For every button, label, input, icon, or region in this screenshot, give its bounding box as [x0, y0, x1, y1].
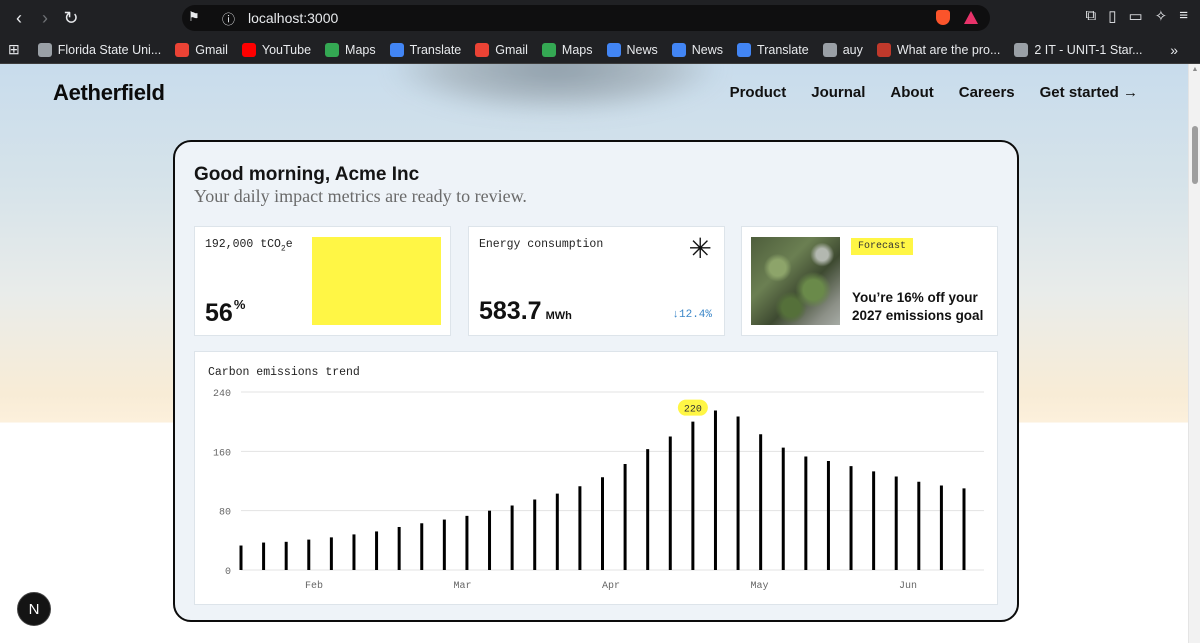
bookmark-label: Translate — [409, 42, 462, 57]
bookmark-item[interactable]: YouTube — [241, 42, 312, 57]
browser-toolbar: ‹ › ↻ ⚑ ⓘ localhost:3000 ⧉ ▯ ▭ ✧ ≡ — [0, 0, 1200, 36]
hero-blob — [390, 64, 720, 114]
chart-y-tick: 240 — [213, 389, 231, 400]
bookmark-favicon-icon — [541, 42, 556, 57]
brave-shield-icon[interactable] — [936, 10, 950, 25]
forecast-badge: Forecast — [851, 238, 914, 255]
nav-get-started[interactable]: Get started → — [1040, 84, 1138, 101]
wallet-icon[interactable]: ▭ — [1128, 7, 1142, 25]
bookmark-favicon-icon — [737, 42, 752, 57]
bookmark-label: Maps — [345, 42, 376, 57]
site-logo[interactable]: Aetherfield — [53, 80, 165, 106]
emissions-percent: 56% — [205, 297, 246, 327]
bookmark-favicon-icon — [822, 42, 837, 57]
bookmark-item[interactable]: Translate — [737, 42, 809, 57]
url-text[interactable]: localhost:3000 — [248, 10, 338, 26]
sidebar-icon[interactable]: ▯ — [1108, 7, 1116, 25]
page-viewport: Aetherfield Product Journal About Career… — [0, 64, 1188, 643]
bookmark-label: Gmail — [195, 42, 228, 57]
bookmark-favicon-icon — [241, 42, 256, 57]
nextjs-dev-badge[interactable]: N — [17, 592, 51, 626]
bookmark-label: Gmail — [495, 42, 528, 57]
rewards-icon[interactable] — [964, 11, 978, 24]
bookmark-favicon-icon — [37, 42, 52, 57]
bookmark-item[interactable]: Translate — [389, 42, 462, 57]
nav-careers[interactable]: Careers — [959, 84, 1015, 101]
bookmark-favicon-icon — [606, 42, 621, 57]
page-scrollbar[interactable]: ▲ — [1188, 64, 1200, 643]
scroll-up-icon[interactable]: ▲ — [1191, 66, 1199, 74]
bookmark-item[interactable]: News — [671, 42, 724, 57]
back-icon[interactable]: ‹ — [6, 5, 32, 31]
bookmark-favicon-icon — [876, 42, 891, 57]
bookmark-item[interactable]: What are the pro... — [876, 42, 1001, 57]
bookmark-item[interactable]: Maps — [541, 42, 593, 57]
bookmark-item[interactable]: News — [606, 42, 658, 57]
bookmark-label: What are the pro... — [896, 42, 1001, 57]
chart-x-tick: May — [750, 581, 768, 592]
bookmark-icon[interactable]: ⚑ — [188, 9, 200, 25]
leo-ai-icon[interactable]: ✧ — [1155, 7, 1168, 25]
forecast-tile: Forecast You’re 16% off your 2027 emissi… — [741, 226, 998, 336]
chart-x-tick: Mar — [453, 581, 471, 592]
emissions-label: 192,000 tCO2e — [205, 238, 293, 254]
reload-icon[interactable]: ↻ — [58, 5, 84, 31]
bookmark-label: YouTube — [261, 42, 312, 57]
address-bar[interactable]: ⚑ ⓘ localhost:3000 — [182, 5, 990, 31]
bookmark-item[interactable]: Gmail — [175, 42, 228, 57]
apps-grid-icon[interactable]: ⊞ — [8, 41, 20, 58]
nav-product[interactable]: Product — [730, 84, 787, 101]
energy-tile: Energy consumption ✳ 583.7 MWh ↓12.4% — [468, 226, 725, 336]
bookmark-label: News — [691, 42, 724, 57]
bookmark-label: 2 IT - UNIT-1 Star... — [1034, 42, 1143, 57]
bookmark-label: auy — [842, 42, 863, 57]
bookmark-favicon-icon — [1014, 42, 1029, 57]
bookmark-label: Maps — [561, 42, 593, 57]
bookmark-favicon-icon — [671, 42, 686, 57]
site-info-icon[interactable]: ⓘ — [222, 9, 235, 28]
energy-label: Energy consumption — [479, 238, 604, 251]
forest-photo — [751, 237, 840, 325]
emissions-chart: Carbon emissions trend 0 80 160 240 Feb Mar Ap… — [194, 351, 998, 605]
bookmark-item[interactable]: Florida State Uni... — [37, 42, 162, 57]
chart-highlight-label: 220 — [684, 405, 702, 416]
extensions-icon[interactable]: ⧉ — [1085, 7, 1096, 25]
chart-y-tick: 160 — [213, 448, 231, 459]
nav-about[interactable]: About — [890, 84, 933, 101]
asterisk-icon: ✳ — [688, 233, 712, 264]
emissions-tile: 192,000 tCO2e 56% — [194, 226, 451, 336]
forward-icon[interactable]: › — [32, 5, 58, 31]
dashboard-card: Good morning, Acme Inc Your daily impact… — [173, 140, 1019, 622]
emissions-color-block — [312, 237, 441, 325]
greeting-subtitle: Your daily impact metrics are ready to r… — [194, 186, 527, 206]
site-nav: Product Journal About Careers Get starte… — [730, 84, 1138, 101]
bookmark-item[interactable]: auy — [822, 42, 863, 57]
chart-y-tick: 0 — [225, 567, 231, 578]
bookmark-item[interactable]: 2 IT - UNIT-1 Star... — [1014, 42, 1143, 57]
scroll-thumb[interactable] — [1192, 126, 1198, 184]
energy-value: 583.7 MWh — [479, 297, 572, 325]
chart-x-tick: Apr — [602, 581, 620, 592]
bookmark-favicon-icon — [475, 42, 490, 57]
more-bookmarks-icon[interactable]: » — [1170, 42, 1178, 58]
bookmark-favicon-icon — [325, 42, 340, 57]
chart-svg: 0 80 160 240 Feb Mar Apr May Jun 220 — [213, 389, 984, 592]
bookmark-label: Florida State Uni... — [57, 42, 162, 57]
chart-x-tick: Jun — [899, 581, 917, 592]
bookmark-favicon-icon — [389, 42, 404, 57]
forecast-text: You’re 16% off your 2027 emissions goal — [852, 290, 984, 323]
bookmark-item[interactable]: Gmail — [475, 42, 528, 57]
chart-x-tick: Feb — [305, 580, 323, 592]
nav-journal[interactable]: Journal — [811, 84, 865, 101]
bookmark-label: News — [626, 42, 658, 57]
chart-y-tick: 80 — [219, 508, 231, 519]
bookmark-favicon-icon — [175, 42, 190, 57]
energy-delta: ↓12.4% — [672, 309, 712, 321]
bookmark-label: Translate — [757, 42, 809, 57]
greeting-title: Good morning, Acme Inc — [194, 164, 420, 185]
bookmarks-bar: ⊞ Florida State Uni... Gmail YouTube Maps Tr… — [0, 36, 1200, 64]
menu-icon[interactable]: ≡ — [1179, 7, 1188, 25]
bookmark-item[interactable]: Maps — [325, 42, 376, 57]
